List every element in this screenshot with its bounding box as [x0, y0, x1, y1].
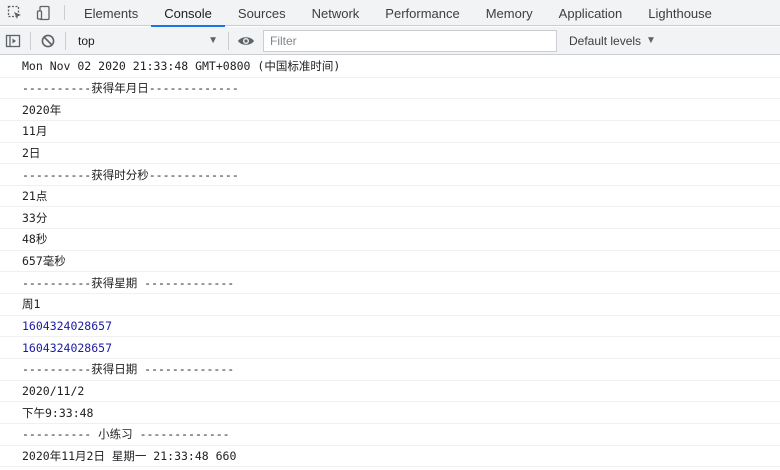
- log-levels-dropdown[interactable]: Default levels ▼: [563, 30, 662, 52]
- tab-console[interactable]: Console: [151, 0, 225, 27]
- console-message: Mon Nov 02 2020 21:33:48 GMT+0800 (中国标准时…: [0, 56, 780, 78]
- console-message: ----------获得日期 -------------: [0, 359, 780, 381]
- filter-input[interactable]: [263, 29, 557, 52]
- console-message: 2日: [0, 143, 780, 165]
- show-sidebar-icon[interactable]: [0, 27, 26, 55]
- console-message: 657毫秒: [0, 251, 780, 273]
- tab-application[interactable]: Application: [546, 0, 636, 26]
- triangle-down-icon: ▼: [208, 35, 218, 46]
- tab-bar-divider: [64, 5, 65, 20]
- toolbar-divider: [228, 31, 229, 50]
- tab-lighthouse[interactable]: Lighthouse: [635, 0, 725, 26]
- tab-performance[interactable]: Performance: [372, 0, 472, 26]
- console-message: 2020/11/2: [0, 381, 780, 403]
- log-levels-label: Default levels: [569, 33, 642, 48]
- toolbar-divider: [30, 31, 31, 50]
- console-messages: Mon Nov 02 2020 21:33:48 GMT+0800 (中国标准时…: [0, 56, 780, 470]
- console-message: 2020年: [0, 99, 780, 121]
- tab-sources[interactable]: Sources: [225, 0, 299, 26]
- console-message-number: 1604324028657: [0, 316, 780, 338]
- tab-memory[interactable]: Memory: [473, 0, 546, 26]
- devtools-tab-bar: Elements Console Sources Network Perform…: [0, 0, 780, 27]
- console-message: ----------获得星期 -------------: [0, 272, 780, 295]
- console-message: 48秒: [0, 229, 780, 251]
- console-message: 下午9:33:48: [0, 402, 780, 424]
- console-message: 11月: [0, 121, 780, 143]
- tab-elements[interactable]: Elements: [71, 0, 151, 26]
- console-toolbar: top ▼ Default levels ▼: [0, 27, 780, 55]
- live-expression-eye-icon[interactable]: [233, 27, 259, 55]
- console-message: ---------- 小练习 -------------: [0, 424, 780, 446]
- console-message: 33分: [0, 207, 780, 230]
- console-message: 21点: [0, 186, 780, 208]
- triangle-down-icon: ▼: [646, 35, 656, 46]
- console-message: ----------获得年月日-------------: [0, 78, 780, 100]
- javascript-context-select[interactable]: top ▼: [70, 30, 224, 52]
- tab-network[interactable]: Network: [299, 0, 373, 26]
- device-toolbar-icon[interactable]: [29, 0, 58, 26]
- console-message: ----------获得时分秒-------------: [0, 164, 780, 186]
- inspect-element-icon[interactable]: [0, 0, 29, 26]
- console-message: 周1: [0, 294, 780, 316]
- console-message: 2020年11月2日 星期一 21:33:48 660: [0, 446, 780, 468]
- console-message-number: 1604324028657: [0, 337, 780, 359]
- context-value: top: [78, 33, 95, 48]
- clear-console-icon[interactable]: [35, 27, 61, 55]
- toolbar-divider: [65, 31, 66, 50]
